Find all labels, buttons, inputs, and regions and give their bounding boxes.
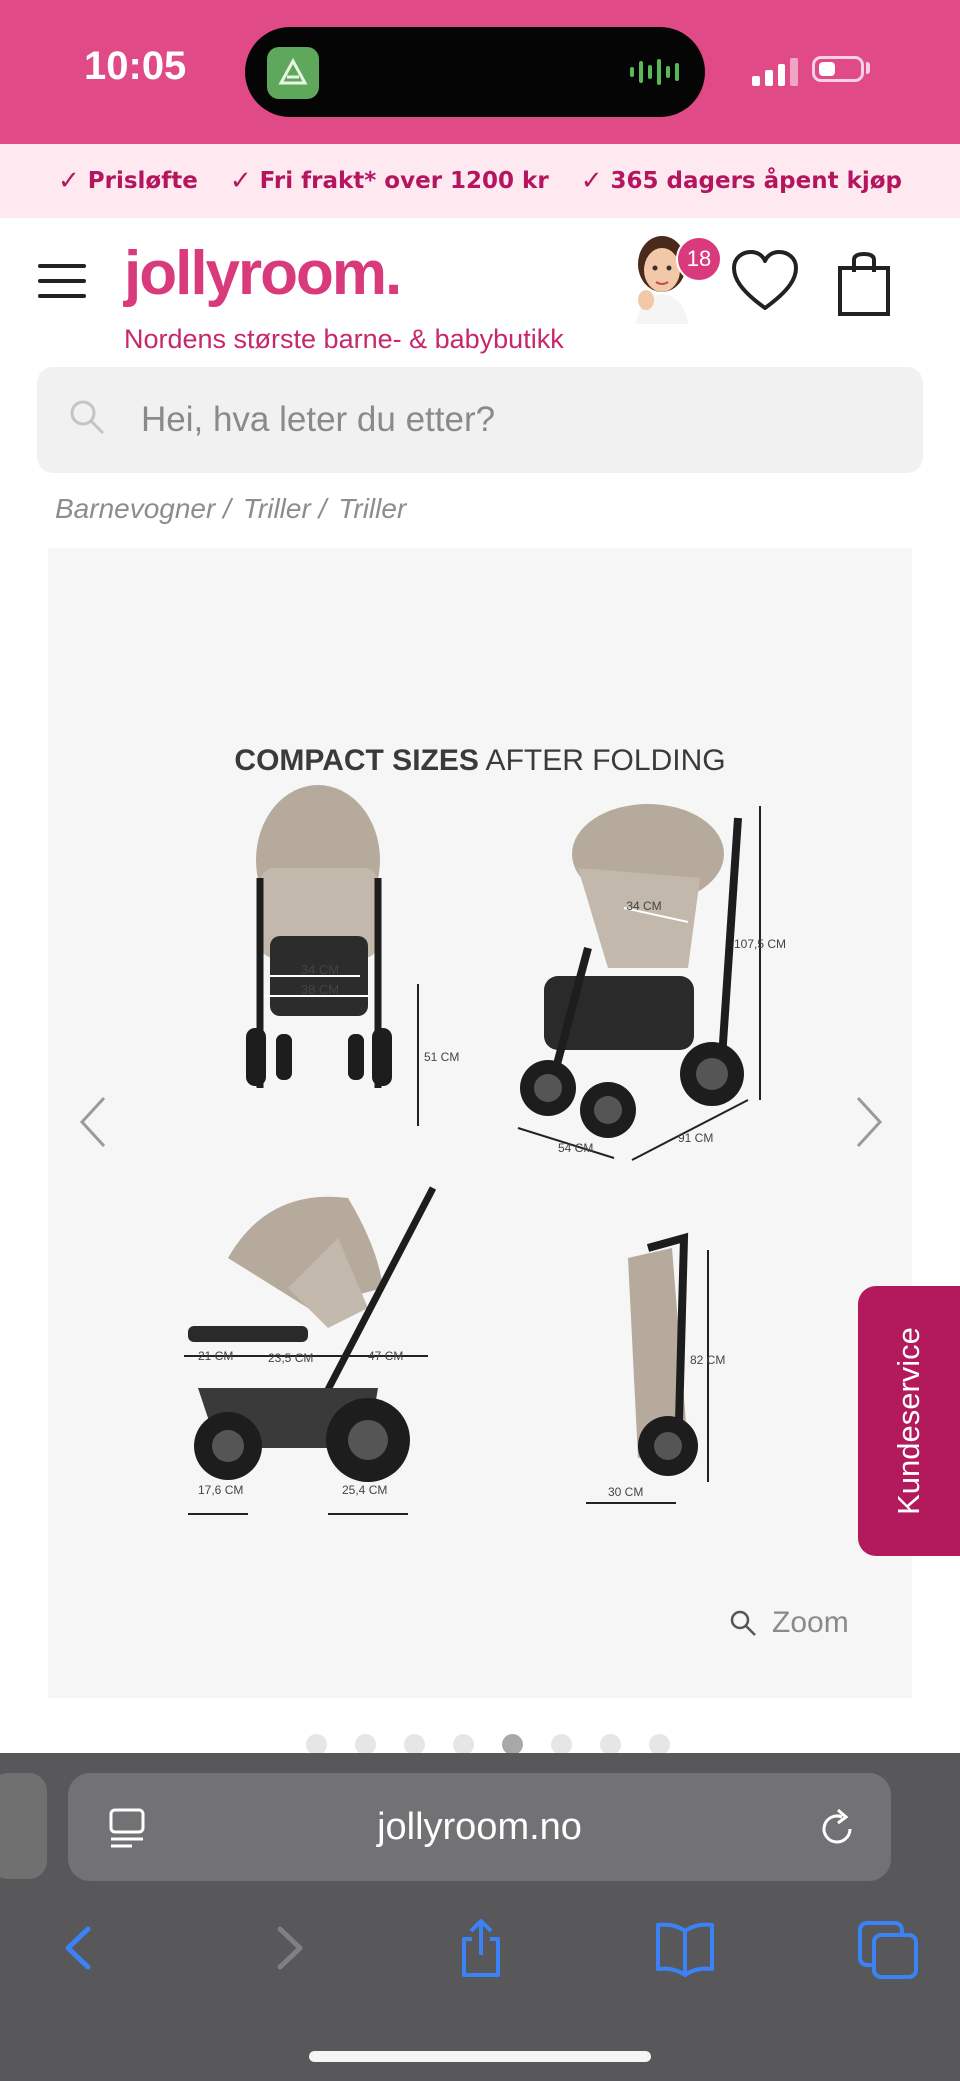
dynamic-island [245, 27, 705, 117]
breadcrumb-item[interactable]: Barnevogner / [55, 493, 231, 525]
dim-label: 30 CM [608, 1485, 643, 1499]
dim-label: 25,4 CM [342, 1483, 387, 1497]
dim-label: 34 CM [626, 899, 661, 913]
dim-label: 47 CM [368, 1349, 403, 1363]
stroller-folded-view [586, 1232, 709, 1504]
shopping-bag-icon[interactable] [836, 250, 892, 318]
url-text: jollyroom.no [377, 1805, 582, 1848]
zoom-label: Zoom [772, 1606, 849, 1639]
site-tagline: Nordens største barne- & babybutikk [124, 324, 564, 354]
share-icon[interactable] [446, 1913, 516, 1983]
chevron-left-icon[interactable] [74, 1094, 114, 1150]
search-input[interactable] [141, 367, 881, 473]
customer-service-tab[interactable]: Kundeservice [858, 1286, 960, 1556]
image-title: COMPACT SIZES AFTER FOLDING [234, 744, 726, 777]
dim-label: 23,5 CM [268, 1351, 313, 1365]
app-activity-icon [267, 47, 319, 99]
bookmarks-icon[interactable] [650, 1913, 720, 1983]
tabs-icon[interactable] [856, 1913, 926, 1983]
reload-icon[interactable] [818, 1807, 858, 1849]
carousel-dot[interactable] [649, 1734, 670, 1755]
dim-label: 54 CM [558, 1141, 593, 1155]
stroller-angle-view [517, 804, 761, 1161]
dim-label: 91 CM [678, 1131, 713, 1145]
stroller-front-view [246, 785, 419, 1126]
promo-item: ✓ 365 dagers åpent kjøp [580, 166, 903, 196]
dim-label: 21 CM [198, 1349, 233, 1363]
breadcrumb-item[interactable]: Triller / [243, 493, 326, 525]
carousel-dot[interactable] [355, 1734, 376, 1755]
notification-badge: 18 [676, 236, 722, 282]
back-icon[interactable] [50, 1913, 120, 1983]
carousel-dot[interactable] [453, 1734, 474, 1755]
battery-icon [812, 56, 864, 82]
dim-label: 38 CM [301, 982, 339, 997]
dim-label: 34 CM [301, 962, 339, 977]
check-icon: ✓ [57, 166, 80, 196]
home-indicator [309, 2051, 651, 2062]
promo-bar: ✓ Prisløfte ✓ Fri frakt* over 1200 kr ✓ … [0, 144, 960, 218]
chevron-right-icon[interactable] [848, 1094, 888, 1150]
heart-icon[interactable] [730, 248, 800, 314]
breadcrumb-item[interactable]: Triller [338, 493, 406, 525]
browser-toolbar: jollyroom.no [0, 1753, 960, 2081]
carousel-dot[interactable] [551, 1734, 572, 1755]
carousel-dots [306, 1734, 670, 1755]
dim-label: 107,5 CM [734, 937, 786, 951]
audio-wave-icon [630, 57, 680, 87]
dim-label: 51 CM [424, 1050, 459, 1064]
status-time: 10:05 [84, 44, 187, 88]
forward-icon[interactable] [254, 1913, 324, 1983]
carousel-dot[interactable] [306, 1734, 327, 1755]
dim-label: 82 CM [690, 1353, 725, 1367]
address-bar[interactable]: jollyroom.no [68, 1773, 891, 1881]
previous-tab[interactable] [0, 1773, 47, 1879]
check-icon: ✓ [580, 166, 603, 196]
zoom-button[interactable]: Zoom [728, 1606, 849, 1640]
search-icon [67, 397, 107, 437]
product-image: 34 CM 38 CM 51 CM 34 CM 107,5 CM 54 CM 9… [184, 785, 786, 1515]
search-bar[interactable] [37, 367, 923, 473]
customer-service-label: Kundeservice [891, 1327, 926, 1515]
signal-icon [752, 56, 798, 86]
carousel-dot-active[interactable] [502, 1734, 523, 1755]
promo-item: ✓ Fri frakt* over 1200 kr [229, 166, 549, 196]
product-gallery[interactable]: 34 CM 38 CM 51 CM 34 CM 107,5 CM 54 CM 9… [48, 548, 912, 1698]
status-bar: 10:05 [0, 0, 960, 144]
check-icon: ✓ [229, 166, 252, 196]
carousel-dot[interactable] [600, 1734, 621, 1755]
site-logo[interactable]: jollyroom. [124, 238, 402, 309]
menu-icon[interactable] [38, 264, 86, 298]
magnifier-icon [730, 1610, 756, 1636]
breadcrumb: Barnevogner / Triller / Triller [55, 493, 406, 525]
promo-item: ✓ Prisløfte [57, 166, 198, 196]
carousel-dot[interactable] [404, 1734, 425, 1755]
dim-label: 17,6 CM [198, 1483, 243, 1497]
